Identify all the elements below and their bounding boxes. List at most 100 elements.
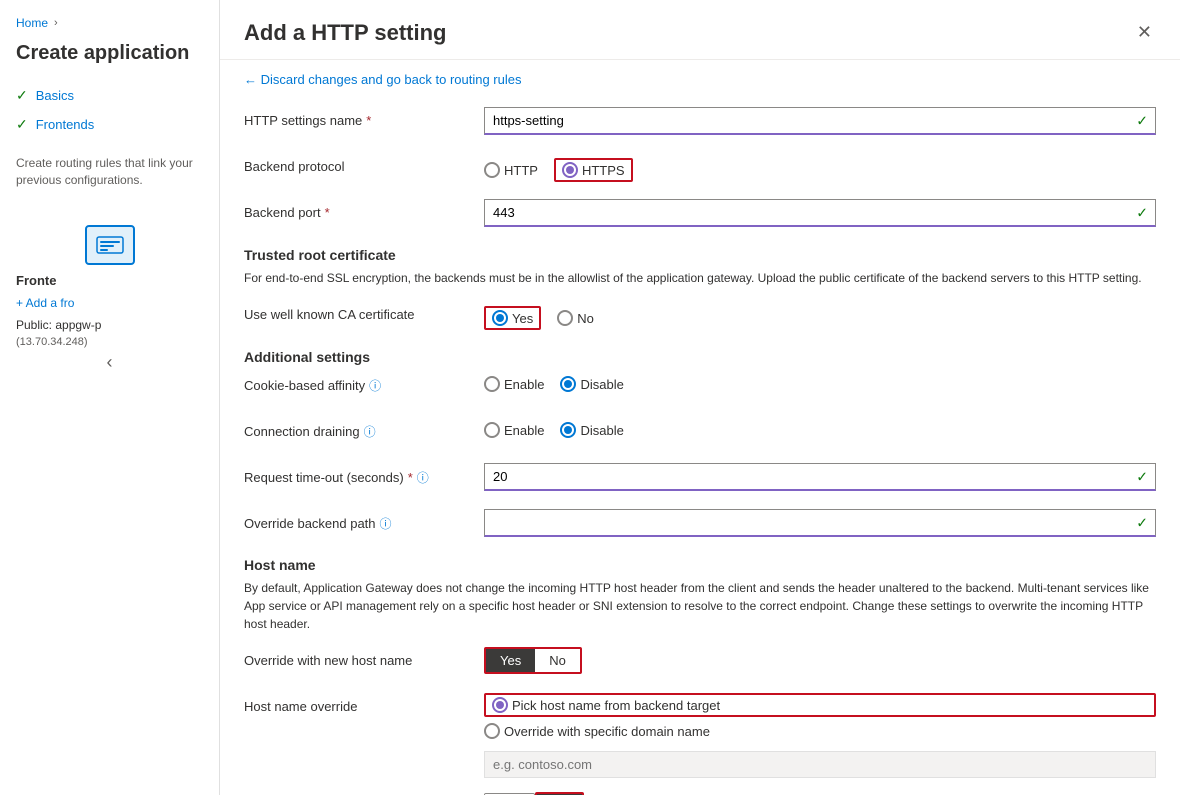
cookie-affinity-label: Cookie-based affinity ⓘ bbox=[244, 371, 484, 394]
breadcrumb-arrow: › bbox=[54, 17, 58, 29]
protocol-http-label: HTTP bbox=[504, 163, 538, 178]
host-name-title: Host name bbox=[244, 557, 1156, 573]
backend-port-input[interactable] bbox=[484, 199, 1156, 227]
main-panel: Add a HTTP setting ✕ ← Discard changes a… bbox=[220, 0, 1180, 795]
protocol-https-option[interactable]: HTTPS bbox=[562, 162, 625, 178]
sidebar-section-title: Fronte bbox=[16, 273, 203, 288]
sidebar-visual bbox=[16, 225, 203, 265]
back-link[interactable]: ← Discard changes and go back to routing… bbox=[244, 72, 522, 87]
scroll-left[interactable]: ‹ bbox=[0, 348, 219, 377]
ca-cert-control: Yes No bbox=[484, 301, 1156, 330]
override-host-name-yes-btn[interactable]: Yes bbox=[486, 649, 535, 672]
draining-disable-radio[interactable] bbox=[560, 422, 576, 438]
connection-draining-group: Enable Disable bbox=[484, 417, 1156, 438]
override-backend-path-info-icon[interactable]: ⓘ bbox=[380, 515, 392, 532]
protocol-http-option[interactable]: HTTP bbox=[484, 162, 538, 178]
draining-enable-radio[interactable] bbox=[484, 422, 500, 438]
backend-protocol-group: HTTP HTTPS bbox=[484, 153, 1156, 182]
trusted-root-cert-desc: For end-to-end SSL encryption, the backe… bbox=[244, 269, 1156, 287]
override-host-name-no-btn[interactable]: No bbox=[535, 649, 580, 672]
pick-host-name-bordered: Pick host name from backend target bbox=[484, 693, 1156, 717]
backend-port-label: Backend port * bbox=[244, 199, 484, 220]
sidebar-desc: Create routing rules that link your prev… bbox=[0, 155, 219, 205]
affinity-enable-option[interactable]: Enable bbox=[484, 376, 544, 392]
pick-host-name-radio[interactable] bbox=[492, 697, 508, 713]
http-settings-name-wrapper: ✓ bbox=[484, 107, 1156, 135]
protocol-https-bordered: HTTPS bbox=[554, 158, 633, 182]
override-specific-domain-label: Override with specific domain name bbox=[504, 724, 710, 739]
affinity-disable-label: Disable bbox=[580, 377, 623, 392]
affinity-disable-option[interactable]: Disable bbox=[560, 376, 623, 392]
ca-cert-row: Use well known CA certificate Yes No bbox=[244, 301, 1156, 333]
connection-draining-info-icon[interactable]: ⓘ bbox=[364, 423, 376, 440]
add-frontend-link[interactable]: + Add a fro bbox=[0, 292, 219, 314]
public-ip: (13.70.34.248) bbox=[0, 336, 219, 348]
panel-header: Add a HTTP setting ✕ bbox=[220, 0, 1180, 60]
request-timeout-required: * bbox=[408, 470, 413, 485]
ca-cert-yes-label: Yes bbox=[512, 311, 533, 326]
basics-check: ✓ bbox=[16, 87, 28, 104]
host-name-override-label: Host name override bbox=[244, 693, 484, 714]
page-title: Create application bbox=[0, 42, 219, 81]
connection-draining-row: Connection draining ⓘ Enable Disable bbox=[244, 417, 1156, 449]
host-name-options: Pick host name from backend target Overr… bbox=[484, 693, 1156, 778]
affinity-enable-radio[interactable] bbox=[484, 376, 500, 392]
request-timeout-row: Request time-out (seconds) * ⓘ ✓ bbox=[244, 463, 1156, 495]
backend-port-required: * bbox=[325, 205, 330, 220]
affinity-enable-label: Enable bbox=[504, 377, 544, 392]
backend-port-wrapper: ✓ bbox=[484, 199, 1156, 227]
sidebar: Home › Create application ✓ Basics ✓ Fro… bbox=[0, 0, 220, 795]
override-specific-domain-option[interactable]: Override with specific domain name bbox=[484, 723, 1156, 739]
protocol-http-radio[interactable] bbox=[484, 162, 500, 178]
additional-settings-title: Additional settings bbox=[244, 349, 1156, 365]
pick-host-name-label: Pick host name from backend target bbox=[512, 698, 720, 713]
cookie-affinity-info-icon[interactable]: ⓘ bbox=[369, 377, 381, 394]
cookie-affinity-row: Cookie-based affinity ⓘ Enable Disable bbox=[244, 371, 1156, 403]
draining-enable-option[interactable]: Enable bbox=[484, 422, 544, 438]
host-name-override-row: Host name override Pick host name from b… bbox=[244, 693, 1156, 778]
ca-cert-no-radio[interactable] bbox=[557, 310, 573, 326]
basics-label: Basics bbox=[36, 88, 74, 103]
public-label: Public: appgw-p bbox=[0, 314, 219, 336]
connection-draining-label: Connection draining ⓘ bbox=[244, 417, 484, 440]
ca-cert-yes-radio[interactable] bbox=[492, 310, 508, 326]
required-marker: * bbox=[366, 113, 371, 128]
cookie-affinity-control: Enable Disable bbox=[484, 371, 1156, 392]
draining-disable-option[interactable]: Disable bbox=[560, 422, 623, 438]
request-timeout-control: ✓ bbox=[484, 463, 1156, 491]
cookie-affinity-group: Enable Disable bbox=[484, 371, 1156, 392]
http-settings-name-control: ✓ bbox=[484, 107, 1156, 135]
request-timeout-info-icon[interactable]: ⓘ bbox=[417, 469, 429, 486]
http-settings-name-input[interactable] bbox=[484, 107, 1156, 135]
ca-cert-label: Use well known CA certificate bbox=[244, 301, 484, 322]
override-backend-path-input[interactable] bbox=[484, 509, 1156, 537]
breadcrumb[interactable]: Home › bbox=[0, 16, 219, 42]
protocol-https-radio[interactable] bbox=[562, 162, 578, 178]
override-host-name-row: Override with new host name Yes No bbox=[244, 647, 1156, 679]
override-specific-domain-radio[interactable] bbox=[484, 723, 500, 739]
affinity-disable-radio[interactable] bbox=[560, 376, 576, 392]
override-host-name-toggle-bordered: Yes No bbox=[484, 647, 582, 674]
panel-title: Add a HTTP setting bbox=[244, 20, 447, 46]
sidebar-icon bbox=[85, 225, 135, 265]
http-settings-name-row: HTTP settings name * ✓ bbox=[244, 107, 1156, 139]
frontends-check: ✓ bbox=[16, 116, 28, 133]
override-backend-path-row: Override backend path ⓘ ✓ bbox=[244, 509, 1156, 541]
ca-cert-no-label: No bbox=[577, 311, 594, 326]
trusted-root-cert-title: Trusted root certificate bbox=[244, 247, 1156, 263]
frontends-label: Frontends bbox=[36, 117, 95, 132]
home-link[interactable]: Home bbox=[16, 16, 48, 30]
override-backend-path-wrapper: ✓ bbox=[484, 509, 1156, 537]
domain-name-input[interactable] bbox=[484, 751, 1156, 778]
back-link-container: ← Discard changes and go back to routing… bbox=[220, 60, 1180, 91]
ca-cert-group: Yes No bbox=[484, 301, 1156, 330]
ca-cert-no-option[interactable]: No bbox=[557, 310, 594, 326]
close-button[interactable]: ✕ bbox=[1133, 18, 1156, 47]
request-timeout-input[interactable] bbox=[484, 463, 1156, 491]
request-timeout-wrapper: ✓ bbox=[484, 463, 1156, 491]
connection-draining-control: Enable Disable bbox=[484, 417, 1156, 438]
step-basics: ✓ Basics bbox=[0, 81, 219, 110]
draining-enable-label: Enable bbox=[504, 423, 544, 438]
ca-cert-yes-option[interactable]: Yes bbox=[492, 310, 533, 326]
backend-protocol-control: HTTP HTTPS bbox=[484, 153, 1156, 182]
